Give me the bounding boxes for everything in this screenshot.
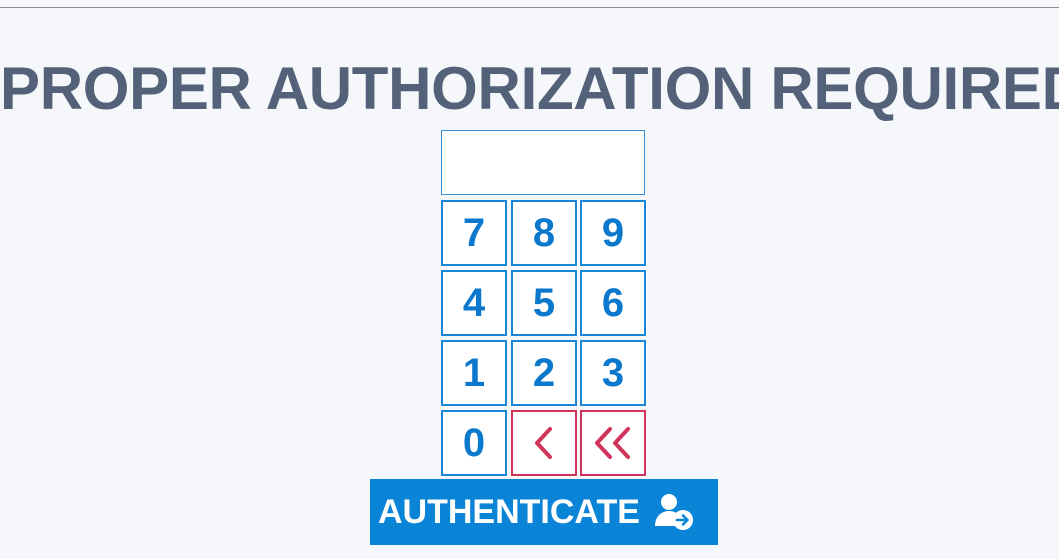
chevron-left-icon [535, 427, 552, 459]
pin-display[interactable] [441, 130, 645, 195]
key-2[interactable]: 2 [511, 340, 577, 406]
key-3[interactable]: 3 [580, 340, 646, 406]
authenticate-label: AUTHENTICATE [378, 493, 640, 531]
clear-button[interactable] [580, 410, 646, 476]
top-divider [0, 7, 1059, 8]
key-4[interactable]: 4 [441, 270, 507, 336]
key-7[interactable]: 7 [441, 200, 507, 266]
authenticate-button[interactable]: AUTHENTICATE [370, 479, 718, 545]
auth-screen: PROPER AUTHORIZATION REQUIRED! 7 8 9 4 5… [0, 0, 1059, 559]
key-5[interactable]: 5 [511, 270, 577, 336]
key-1[interactable]: 1 [441, 340, 507, 406]
page-title: PROPER AUTHORIZATION REQUIRED! [0, 55, 1059, 122]
key-0[interactable]: 0 [441, 410, 507, 476]
key-9[interactable]: 9 [580, 200, 646, 266]
double-chevron-left-icon [595, 427, 630, 459]
key-8[interactable]: 8 [511, 200, 577, 266]
backspace-button[interactable] [511, 410, 577, 476]
user-arrow-icon [652, 492, 696, 532]
key-6[interactable]: 6 [580, 270, 646, 336]
